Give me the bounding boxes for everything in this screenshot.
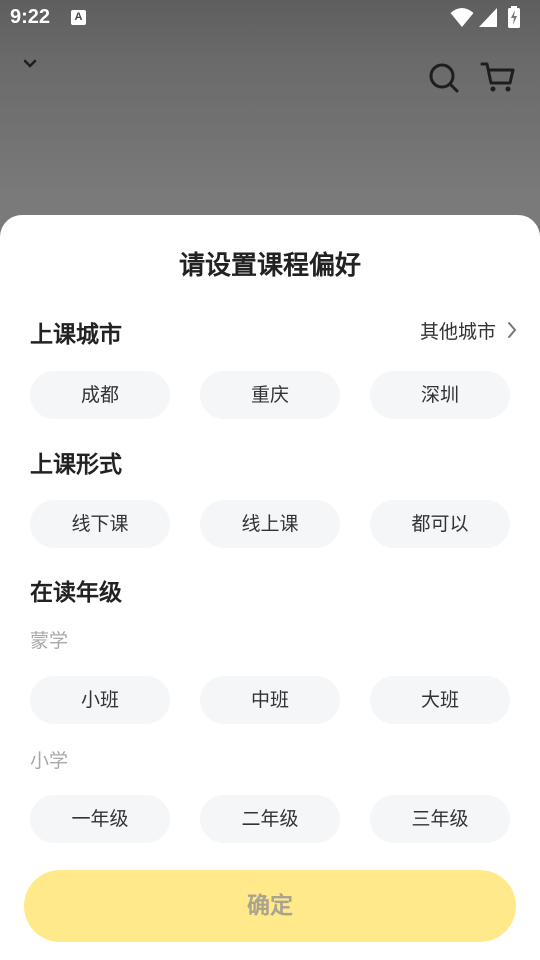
battery-charging-icon	[508, 6, 520, 28]
format-option-offline[interactable]: 线下课	[30, 500, 170, 548]
cart-icon[interactable]	[480, 60, 516, 94]
format-option-online[interactable]: 线上课	[200, 500, 340, 548]
status-bar: 9:22 A	[0, 0, 540, 36]
grade-option-daban[interactable]: 大班	[370, 676, 510, 724]
city-option-shenzhen[interactable]: 深圳	[370, 371, 510, 419]
wifi-icon	[450, 8, 474, 27]
chevron-right-icon	[508, 322, 517, 338]
grade-group-label: 蒙学	[30, 630, 69, 652]
grade-option-grade-3[interactable]: 三年级	[370, 795, 510, 843]
city-option-chengdu[interactable]: 成都	[30, 371, 170, 419]
course-preference-sheet: 请设置课程偏好 上课城市 其他城市 成都 重庆 深圳 上课形式 线下课 线上课 …	[0, 215, 540, 960]
format-option-either[interactable]: 都可以	[370, 500, 510, 548]
section-title-city: 上课城市	[30, 322, 122, 348]
city-option-chongqing[interactable]: 重庆	[200, 371, 340, 419]
grade-option-zhongban[interactable]: 中班	[200, 676, 340, 724]
notification-a-icon: A	[71, 10, 86, 25]
grade-group-label: 小学	[30, 750, 69, 772]
search-icon[interactable]	[428, 62, 460, 94]
section-title-format: 上课形式	[30, 452, 122, 478]
status-time: 9:22	[10, 6, 51, 28]
sheet-title: 请设置课程偏好	[178, 251, 361, 281]
grade-option-grade-2[interactable]: 二年级	[200, 795, 340, 843]
grade-option-grade-1[interactable]: 一年级	[30, 795, 170, 843]
confirm-button[interactable]: 确定	[24, 870, 516, 942]
status-icons	[450, 6, 530, 30]
signal-icon	[479, 8, 497, 27]
chevron-down-icon[interactable]	[22, 58, 38, 70]
section-title-grade: 在读年级	[30, 580, 122, 606]
grade-option-xiaoban[interactable]: 小班	[30, 676, 170, 724]
other-city-link[interactable]: 其他城市	[419, 317, 517, 344]
other-city-label: 其他城市	[419, 321, 496, 343]
